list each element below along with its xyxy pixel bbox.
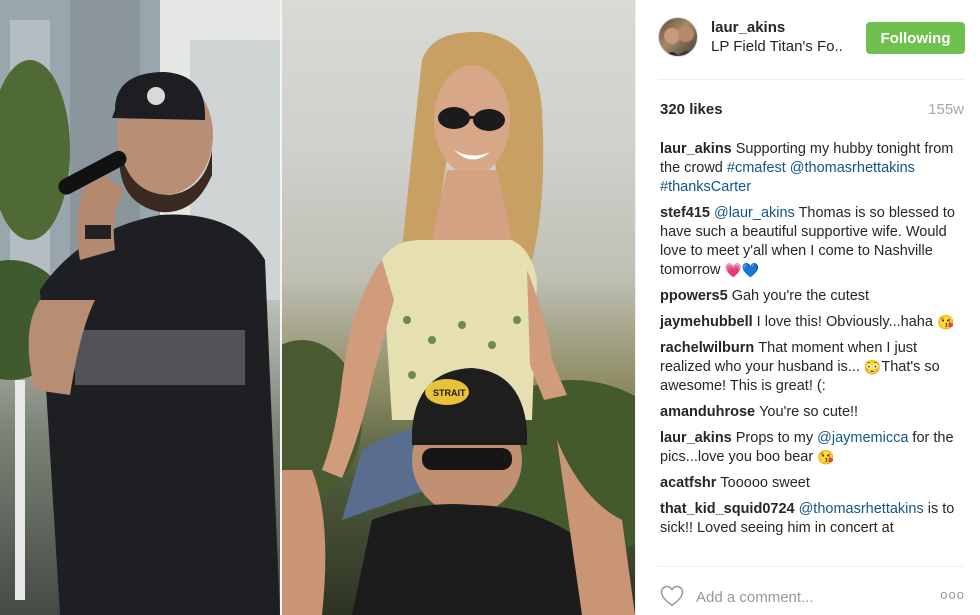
comment-author[interactable]: acatfshr [660, 475, 716, 491]
comment-item: rachelwilburn That moment when I just rea… [660, 339, 966, 396]
comment-text: I love this! Obviously...haha [756, 314, 937, 330]
emoji: 💗💙 [724, 262, 760, 278]
comments-list: laur_akins Supporting my hubby tonight fr… [660, 140, 966, 562]
comment-item: laur_akins Supporting my hubby tonight fr… [660, 140, 966, 197]
comment-text: Props to my [735, 430, 818, 446]
comment-author[interactable]: amanduhrose [660, 404, 755, 420]
singer-body [40, 214, 280, 615]
mention-link[interactable]: @laur_akins [714, 205, 795, 221]
post-time[interactable]: 155w [928, 101, 964, 118]
comment-author[interactable]: ppowers5 [660, 288, 728, 304]
emoji: 😘 [936, 314, 955, 330]
likes-count[interactable]: 320 likes [660, 101, 723, 118]
man-sunglasses [422, 448, 512, 470]
emoji: 😘 [817, 449, 835, 465]
comment-bar: ooo [658, 566, 965, 615]
mention-link[interactable]: @thomasrhettakins [790, 160, 915, 176]
avatar-image [664, 26, 694, 56]
sunglasses [438, 107, 470, 129]
comment-author[interactable]: jaymehubbell [660, 314, 753, 330]
comment-text: You're so cute!! [759, 404, 859, 420]
post-username[interactable]: laur_akins [711, 19, 785, 36]
pole [15, 380, 25, 600]
following-button[interactable]: Following [866, 22, 965, 54]
hashtag-link[interactable]: #thanksCarter [660, 179, 751, 195]
comment-author[interactable]: laur_akins [660, 430, 732, 446]
comment-author[interactable]: that_kid_squid0724 [660, 501, 795, 517]
comment-text: Gah you're the cutest [731, 288, 870, 304]
comment-author[interactable]: laur_akins [660, 141, 732, 157]
comment-item: ppowers5 Gah you're the cutest [660, 287, 966, 306]
comment-author[interactable]: rachelwilburn [660, 340, 754, 356]
mention-link[interactable]: @jaymemicca [817, 430, 908, 446]
singer-scene [0, 0, 280, 615]
post-location[interactable]: LP Field Titan's Fo.. [711, 38, 843, 55]
add-comment-input[interactable] [696, 587, 916, 607]
post-header: laur_akins LP Field Titan's Fo.. Followi… [658, 0, 965, 80]
more-options-icon[interactable]: ooo [940, 587, 965, 602]
hashtag-link[interactable]: #cmafest [727, 160, 786, 176]
photo-pane-right: STRAIT [282, 0, 635, 615]
avatar[interactable] [658, 17, 698, 57]
post-photo[interactable]: STRAIT [0, 0, 635, 615]
comment-item: laur_akins Props to my @jaymemicca for th… [660, 429, 966, 467]
comment-item: amanduhrose You're so cute!! [660, 403, 966, 422]
comment-item: acatfshr Tooooo sweet [660, 474, 966, 493]
comment-item: stef415 @laur_akins Thomas is so blessed … [660, 204, 966, 280]
comment-text: Tooooo sweet [720, 475, 810, 491]
mention-link[interactable]: @thomasrhettakins [799, 501, 924, 517]
cap-logo-text: STRAIT [433, 388, 466, 398]
emoji: 😳 [863, 359, 882, 375]
comment-author[interactable]: stef415 [660, 205, 710, 221]
photo-pane-left [0, 0, 280, 615]
post-side-panel: laur_akins LP Field Titan's Fo.. Followi… [635, 0, 980, 615]
comment-item: jaymehubbell I love this! Obviously...hah… [660, 313, 966, 332]
crowd-scene: STRAIT [282, 31, 635, 615]
heart-outline-icon[interactable] [660, 585, 684, 607]
comment-item: that_kid_squid0724 @thomasrhettakins is t… [660, 500, 966, 538]
